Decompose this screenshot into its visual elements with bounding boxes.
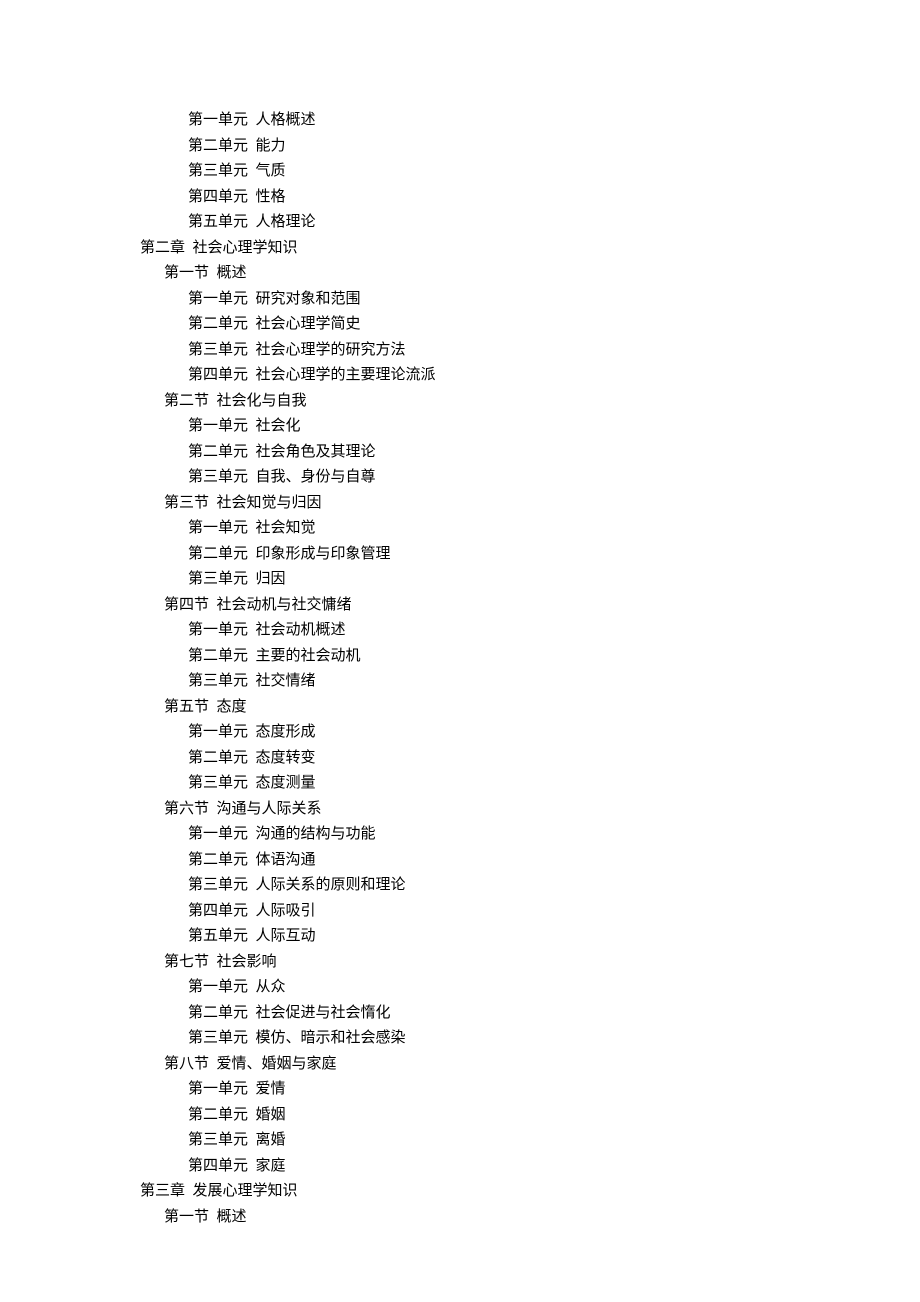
toc-unit: 第三单元 气质 [140,159,780,185]
document-page: 第一单元 人格概述第二单元 能力第三单元 气质第四单元 性格第五单元 人格理论第… [0,0,920,1230]
toc-unit: 第一单元 社会动机概述 [140,618,780,644]
toc-unit: 第一单元 沟通的结构与功能 [140,822,780,848]
toc-unit: 第五单元 人格理论 [140,210,780,236]
toc-unit: 第三单元 离婚 [140,1128,780,1154]
toc-unit: 第二单元 能力 [140,134,780,160]
toc-unit: 第二单元 社会促进与社会惰化 [140,1001,780,1027]
toc-unit: 第二单元 社会心理学简史 [140,312,780,338]
toc-section: 第五节 态度 [140,695,780,721]
toc-unit: 第二单元 婚姻 [140,1103,780,1129]
toc-unit: 第四单元 家庭 [140,1154,780,1180]
toc-unit: 第五单元 人际互动 [140,924,780,950]
toc-unit: 第二单元 态度转变 [140,746,780,772]
toc-unit: 第一单元 态度形成 [140,720,780,746]
toc-unit: 第四单元 性格 [140,185,780,211]
toc-unit: 第三单元 归因 [140,567,780,593]
toc-unit: 第一单元 爱情 [140,1077,780,1103]
toc-unit: 第一单元 社会化 [140,414,780,440]
toc-section: 第一节 概述 [140,1205,780,1231]
toc-section: 第一节 概述 [140,261,780,287]
toc-unit: 第二单元 社会角色及其理论 [140,440,780,466]
toc-unit: 第三单元 社会心理学的研究方法 [140,338,780,364]
toc-unit: 第一单元 从众 [140,975,780,1001]
toc-unit: 第三单元 社交情绪 [140,669,780,695]
toc-section: 第六节 沟通与人际关系 [140,797,780,823]
toc-unit: 第三单元 人际关系的原则和理论 [140,873,780,899]
toc-unit: 第四单元 社会心理学的主要理论流派 [140,363,780,389]
toc-chapter: 第二章 社会心理学知识 [140,236,780,262]
toc-chapter: 第三章 发展心理学知识 [140,1179,780,1205]
toc-section: 第七节 社会影响 [140,950,780,976]
toc-unit: 第四单元 人际吸引 [140,899,780,925]
toc-unit: 第三单元 模仿、暗示和社会感染 [140,1026,780,1052]
toc-unit: 第一单元 社会知觉 [140,516,780,542]
toc-section: 第八节 爱情、婚姻与家庭 [140,1052,780,1078]
toc-unit: 第三单元 态度测量 [140,771,780,797]
toc-section: 第二节 社会化与自我 [140,389,780,415]
toc-unit: 第一单元 研究对象和范围 [140,287,780,313]
table-of-contents: 第一单元 人格概述第二单元 能力第三单元 气质第四单元 性格第五单元 人格理论第… [140,108,780,1230]
toc-section: 第三节 社会知觉与归因 [140,491,780,517]
toc-unit: 第三单元 自我、身份与自尊 [140,465,780,491]
toc-unit: 第二单元 主要的社会动机 [140,644,780,670]
toc-section: 第四节 社会动机与社交慵绪 [140,593,780,619]
toc-unit: 第一单元 人格概述 [140,108,780,134]
toc-unit: 第二单元 印象形成与印象管理 [140,542,780,568]
toc-unit: 第二单元 体语沟通 [140,848,780,874]
